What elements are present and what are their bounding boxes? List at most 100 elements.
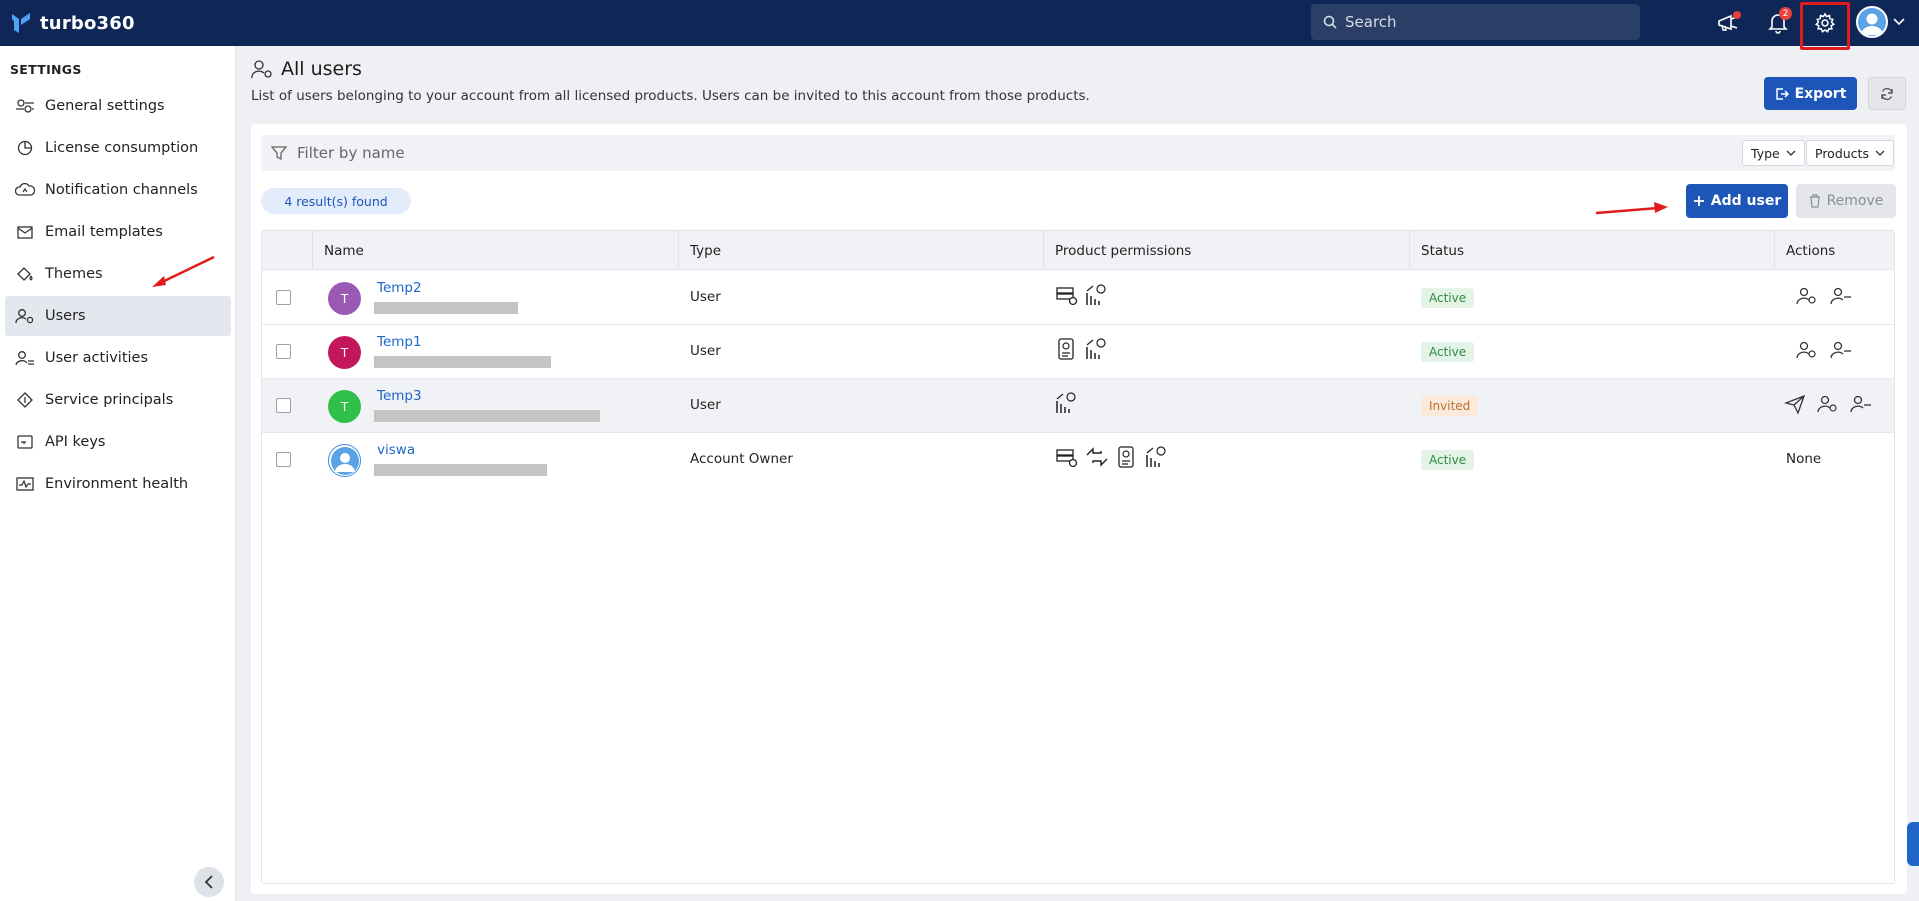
row-checkbox[interactable]	[276, 398, 291, 413]
user-activity-icon	[15, 349, 35, 367]
table-row[interactable]: viswa Account Owner Active None	[262, 433, 1894, 487]
sidebar-item-label: Email templates	[45, 224, 163, 240]
settings-sliders-icon	[15, 97, 35, 115]
settings-highlight-box	[1800, 2, 1850, 50]
type-dropdown-label: Type	[1751, 145, 1780, 161]
product-permissions	[1055, 391, 1079, 415]
settings-sidebar: SETTINGS General settings License consum…	[0, 46, 236, 901]
type-dropdown[interactable]: Type	[1742, 140, 1805, 166]
side-help-tab[interactable]	[1907, 822, 1919, 866]
sidebar-item-users[interactable]: Users	[5, 296, 231, 336]
row-checkbox[interactable]	[276, 344, 291, 359]
user-type: User	[690, 343, 721, 359]
app-logo[interactable]: turbo360	[10, 11, 135, 35]
column-header-name[interactable]: Name	[324, 231, 364, 270]
export-button[interactable]: Export	[1764, 77, 1857, 110]
sidebar-item-label: API keys	[45, 434, 106, 450]
profile-avatar[interactable]	[1856, 6, 1888, 38]
trash-icon	[1809, 194, 1820, 208]
page-title: All users	[281, 58, 362, 80]
row-actions	[1796, 340, 1852, 360]
annotation-arrow-users	[152, 255, 215, 287]
refresh-icon	[1881, 87, 1893, 100]
edit-user-icon[interactable]	[1796, 340, 1818, 360]
remove-button[interactable]: Remove	[1796, 184, 1896, 218]
table-header: Name Type Product permissions Status Act…	[262, 231, 1894, 270]
sidebar-item-license-consumption[interactable]: License consumption	[5, 128, 231, 168]
collapse-sidebar-button[interactable]	[194, 867, 224, 897]
table-row[interactable]: T Temp3 User Invited	[262, 379, 1894, 433]
sidebar-item-api-keys[interactable]: API keys	[5, 422, 231, 462]
document-monitor-icon	[1118, 446, 1134, 468]
column-header-status[interactable]: Status	[1421, 231, 1464, 270]
user-avatar-icon	[1861, 13, 1883, 35]
remove-user-icon[interactable]	[1830, 286, 1852, 306]
column-header-product-permissions[interactable]: Product permissions	[1055, 231, 1191, 270]
search-input[interactable]: Search	[1345, 13, 1397, 31]
table-row[interactable]: T Temp1 User Active	[262, 325, 1894, 379]
user-name-link[interactable]: Temp3	[377, 388, 422, 404]
user-name-link[interactable]: Temp1	[377, 334, 422, 350]
row-checkbox[interactable]	[276, 452, 291, 467]
diamond-key-icon	[15, 391, 35, 409]
page-subtitle: List of users belonging to your account …	[251, 88, 1090, 104]
user-name-link[interactable]: Temp2	[377, 280, 422, 296]
sidebar-item-label: Users	[45, 308, 86, 324]
sidebar-item-environment-health[interactable]: Environment health	[5, 464, 231, 504]
column-header-type[interactable]: Type	[690, 231, 721, 270]
column-separator	[312, 231, 313, 270]
edit-user-icon[interactable]	[1796, 286, 1818, 306]
refresh-button[interactable]	[1868, 77, 1906, 110]
column-separator	[1409, 231, 1410, 270]
users-table: Name Type Product permissions Status Act…	[261, 230, 1895, 884]
sidebar-item-label: Service principals	[45, 392, 174, 408]
announcement-button[interactable]	[1714, 8, 1744, 38]
redacted-email	[374, 302, 518, 314]
redacted-email	[374, 356, 551, 368]
add-user-button[interactable]: Add user	[1686, 184, 1788, 218]
status-badge: Active	[1421, 450, 1475, 470]
avatar: T	[328, 282, 361, 315]
redacted-email	[374, 410, 600, 422]
sidebar-item-label: General settings	[45, 98, 165, 114]
row-actions	[1784, 394, 1872, 414]
pulse-icon	[15, 475, 35, 493]
column-header-actions: Actions	[1786, 242, 1836, 259]
edit-user-icon[interactable]	[1817, 394, 1839, 414]
filter-bar[interactable]: Filter by name	[261, 135, 1895, 171]
server-settings-icon	[1056, 449, 1078, 468]
user-name-link[interactable]: viswa	[377, 442, 415, 458]
redacted-email	[374, 464, 547, 476]
column-separator	[678, 231, 679, 270]
user-gear-icon	[251, 60, 272, 79]
product-permissions	[1055, 283, 1109, 307]
remove-user-icon[interactable]	[1830, 340, 1852, 360]
sidebar-item-label: User activities	[45, 350, 149, 366]
table-row[interactable]: T Temp2 User Active	[262, 271, 1894, 325]
notifications-button[interactable]: 2	[1763, 7, 1793, 38]
export-icon	[1775, 87, 1789, 100]
export-label: Export	[1794, 85, 1847, 102]
sidebar-item-label: Notification channels	[45, 182, 198, 198]
chevron-down-icon[interactable]	[1893, 17, 1905, 27]
paint-bucket-icon	[15, 265, 35, 283]
column-separator	[1043, 231, 1044, 270]
sidebar-item-user-activities[interactable]: User activities	[5, 338, 231, 378]
filter-input[interactable]: Filter by name	[297, 144, 405, 162]
sidebar-item-general-settings[interactable]: General settings	[5, 86, 231, 126]
sidebar-item-service-principals[interactable]: Service principals	[5, 380, 231, 420]
status-badge: Invited	[1421, 396, 1479, 416]
sidebar-item-notification-channels[interactable]: Notification channels	[5, 170, 231, 210]
products-dropdown[interactable]: Products	[1806, 140, 1894, 166]
resend-invite-icon[interactable]	[1784, 394, 1806, 414]
chevron-left-icon	[204, 875, 213, 889]
global-search[interactable]: Search	[1311, 4, 1640, 40]
add-user-label: Add user	[1710, 193, 1782, 209]
row-checkbox[interactable]	[276, 290, 291, 305]
remove-label: Remove	[1826, 193, 1884, 209]
remove-user-icon[interactable]	[1850, 394, 1872, 414]
sidebar-item-email-templates[interactable]: Email templates	[5, 212, 231, 252]
document-monitor-icon	[1058, 338, 1074, 360]
chevron-down-icon	[1786, 150, 1796, 156]
message-exchange-icon	[1086, 447, 1108, 467]
